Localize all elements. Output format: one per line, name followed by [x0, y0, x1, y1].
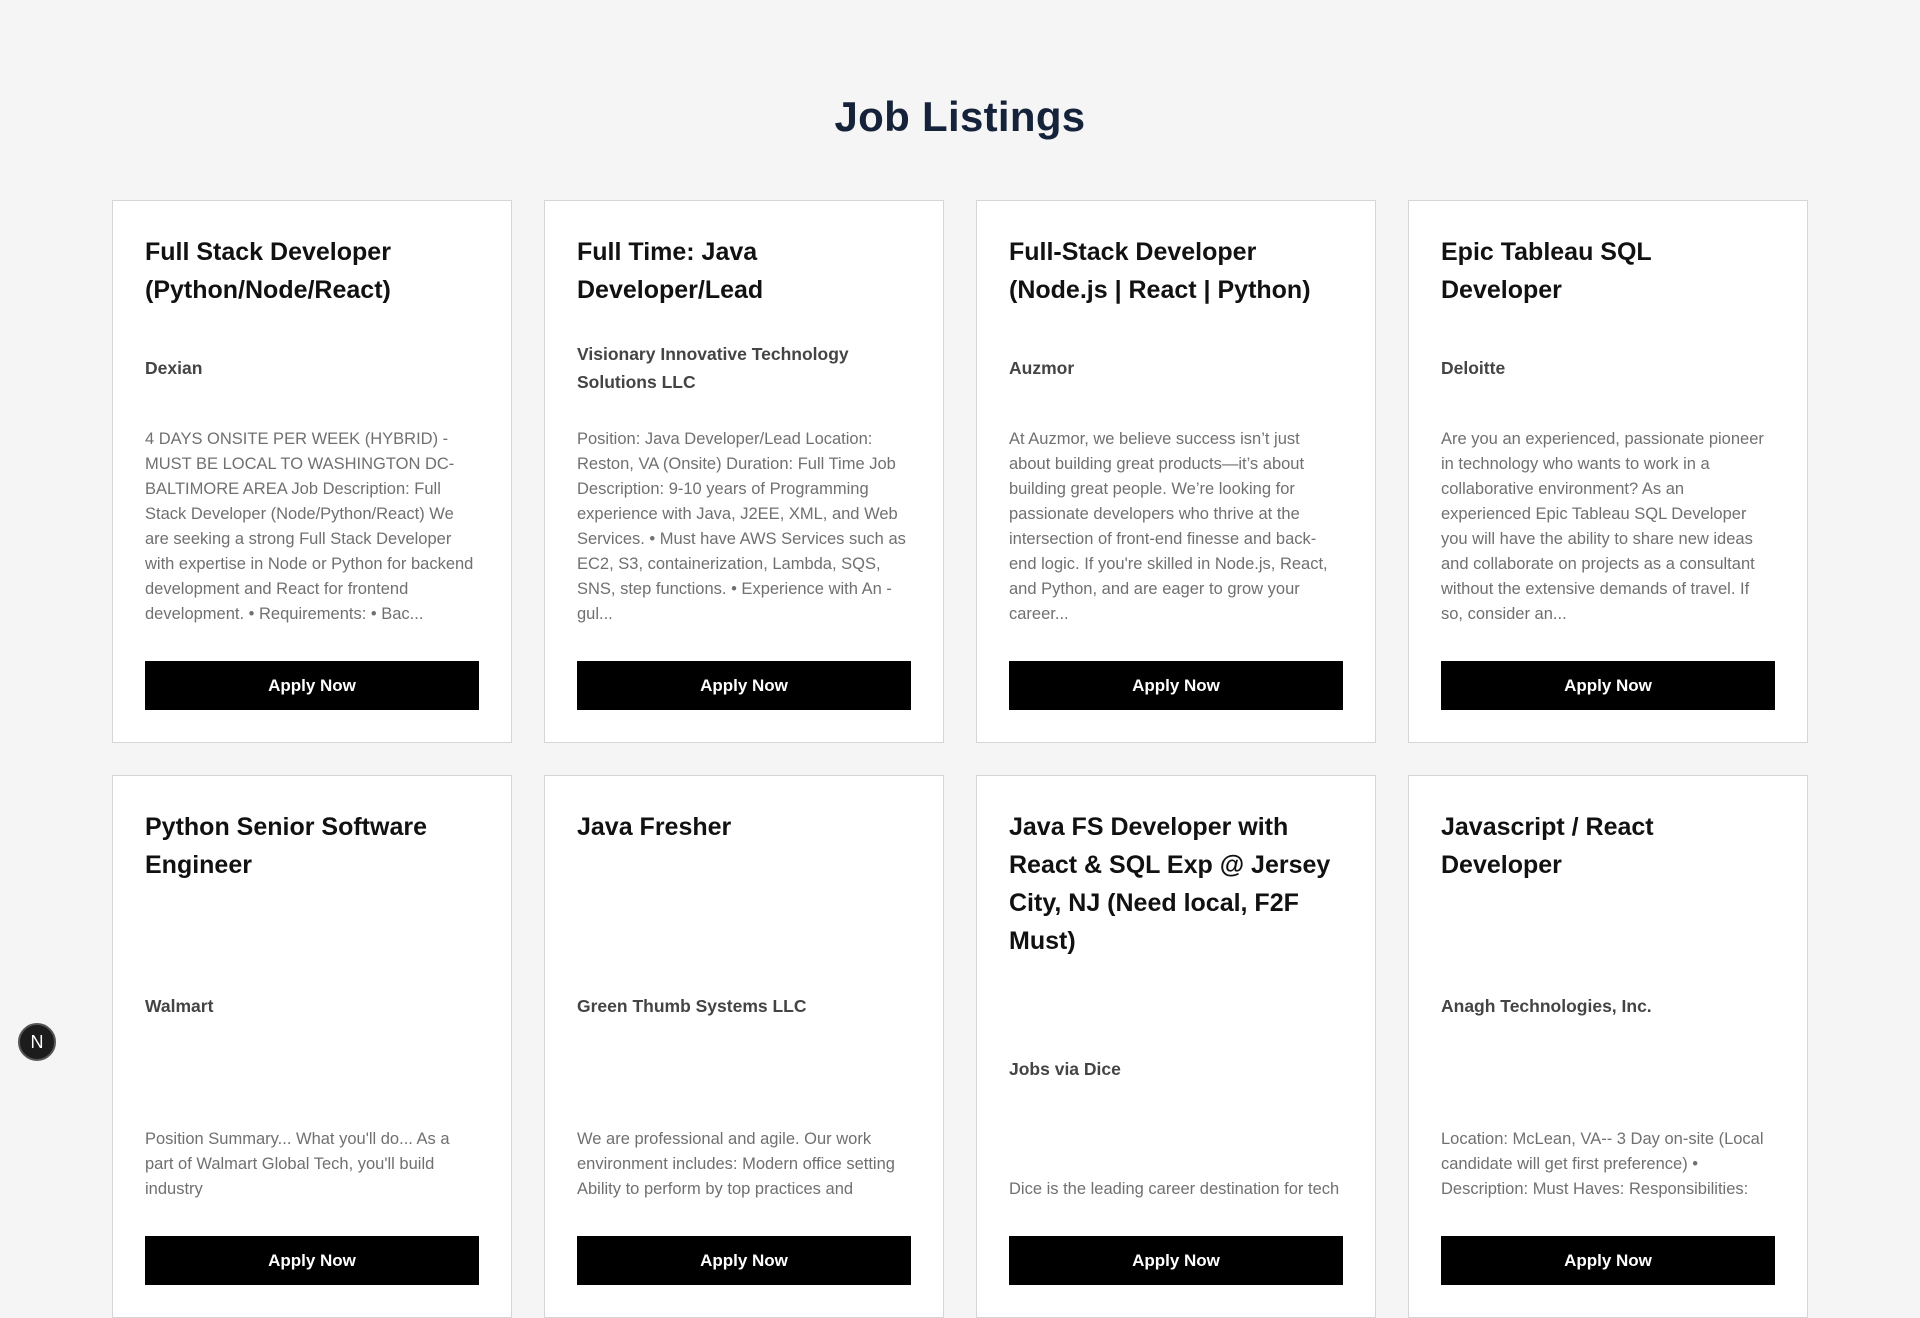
- job-title: Java FS Developer with React & SQL Exp @…: [1009, 813, 1331, 955]
- apply-now-button[interactable]: Apply Now: [145, 661, 479, 710]
- job-title: Full Time: Java Developer/Lead: [577, 238, 764, 304]
- job-description: Location: McLean, VA-- 3 Day on-site (Lo…: [1441, 1130, 1764, 1198]
- job-card: Full Stack Developer (Python/Node/React)…: [112, 200, 512, 743]
- job-description: Are you an experienced, passionate pione…: [1441, 430, 1764, 623]
- job-card: Java Fresher Green Thumb Systems LLC We …: [544, 775, 944, 1318]
- job-card: Java FS Developer with React & SQL Exp @…: [976, 775, 1376, 1318]
- page-title: Job Listings: [834, 93, 1086, 140]
- company-name: Anagh Technologies, Inc.: [1441, 995, 1652, 1016]
- job-card: Python Senior Software Engineer Walmart …: [112, 775, 512, 1318]
- apply-now-button[interactable]: Apply Now: [1009, 1236, 1343, 1285]
- apply-now-button[interactable]: Apply Now: [145, 1236, 479, 1285]
- job-card: Epic Tableau SQL Developer Deloitte Are …: [1408, 200, 1808, 743]
- badge-letter: N: [30, 1031, 44, 1052]
- framework-badge-icon[interactable]: N: [18, 1023, 56, 1061]
- job-card: Javascript / React Developer Anagh Techn…: [1408, 775, 1808, 1318]
- job-title: Epic Tableau SQL Developer: [1441, 238, 1652, 304]
- job-title: Full-Stack Developer (Node.js | React | …: [1009, 238, 1311, 304]
- job-title: Javascript / React Developer: [1441, 813, 1654, 879]
- job-title: Full Stack Developer (Python/Node/React): [145, 238, 391, 304]
- job-description: Position Summary... What you'll do... As…: [145, 1130, 450, 1198]
- company-name: Walmart: [145, 995, 214, 1016]
- job-description: 4 DAYS ONSITE PER WEEK (HYBRID) - MUST B…: [145, 430, 474, 623]
- company-name: Dexian: [145, 358, 203, 378]
- company-name: Auzmor: [1009, 358, 1075, 378]
- company-name: Green Thumb Systems LLC: [577, 995, 807, 1016]
- apply-now-button[interactable]: Apply Now: [1009, 661, 1343, 710]
- job-description: Dice is the leading career destination f…: [1009, 1180, 1340, 1198]
- apply-now-button[interactable]: Apply Now: [1441, 661, 1775, 710]
- job-description: At Auzmor, we believe success isn’t just…: [1009, 430, 1328, 623]
- job-description: Position: Java Developer/Lead Location: …: [577, 430, 906, 623]
- job-grid: Full Stack Developer (Python/Node/React)…: [112, 200, 1808, 1318]
- apply-now-button[interactable]: Apply Now: [577, 1236, 911, 1285]
- job-description: We are professional and agile. Our work …: [577, 1130, 895, 1198]
- job-title: Python Senior Software Engineer: [145, 813, 427, 879]
- apply-now-button[interactable]: Apply Now: [1441, 1236, 1775, 1285]
- company-name: Deloitte: [1441, 358, 1506, 378]
- company-name: Visionary Innovative Technology Solution…: [577, 344, 849, 392]
- job-title: Java Fresher: [577, 813, 732, 841]
- company-name: Jobs via Dice: [1009, 1058, 1121, 1079]
- job-card: Full Time: Java Developer/Lead Visionary…: [544, 200, 944, 743]
- apply-now-button[interactable]: Apply Now: [577, 661, 911, 710]
- job-card: Full-Stack Developer (Node.js | React | …: [976, 200, 1376, 743]
